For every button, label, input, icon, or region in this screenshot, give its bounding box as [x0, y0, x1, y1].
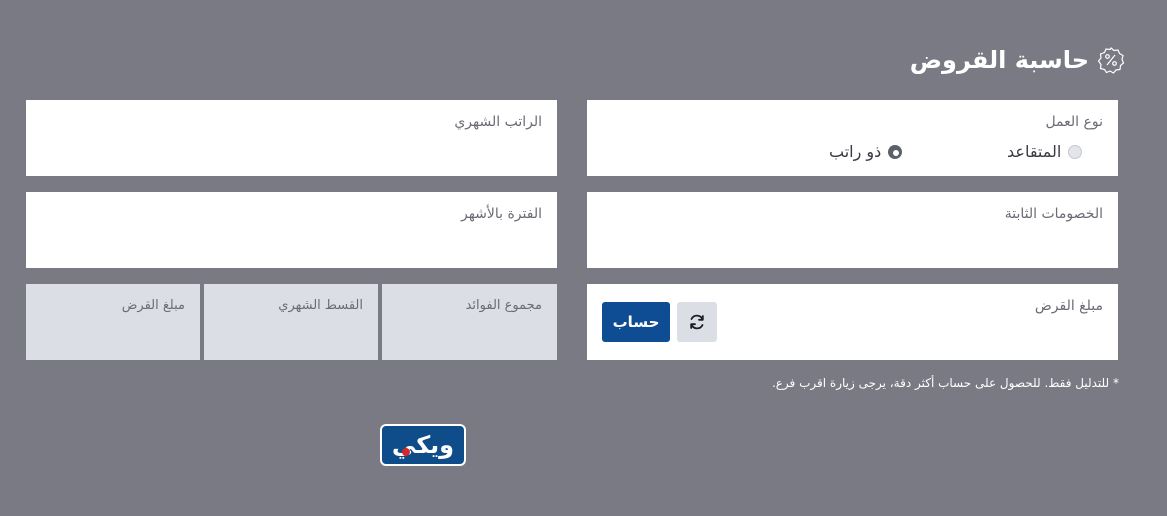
- work-type-label: نوع العمل: [1045, 114, 1103, 130]
- wiki-logo-text: ويكي: [391, 431, 455, 459]
- radio-retired-dot[interactable]: [1068, 144, 1083, 159]
- radio-salaried-dot[interactable]: [888, 144, 903, 159]
- monthly-salary-card: الراتب الشهري: [26, 100, 557, 176]
- radio-salaried-label: ذو راتب: [829, 142, 882, 161]
- calculate-button[interactable]: حساب: [602, 302, 670, 342]
- wiki-logo[interactable]: ويكي: [380, 424, 466, 466]
- calculator-header: حاسبة القروض: [910, 44, 1125, 76]
- monthly-salary-input[interactable]: [26, 136, 557, 176]
- loan-amount-label: مبلغ القرض: [1034, 298, 1103, 314]
- refresh-icon: [688, 313, 706, 331]
- reset-button[interactable]: [677, 302, 717, 342]
- fixed-deductions-label: الخصومات الثابتة: [1004, 206, 1103, 222]
- period-months-input[interactable]: [26, 228, 557, 268]
- fixed-deductions-card: الخصومات الثابتة: [587, 192, 1118, 268]
- work-type-radio-group: ذو راتب المتقاعد: [587, 142, 1118, 164]
- work-type-card: نوع العمل ذو راتب المتقاعد: [587, 100, 1118, 176]
- loan-amount-result-label: مبلغ القرض: [121, 298, 185, 313]
- loan-amount-input[interactable]: [727, 320, 1118, 360]
- disclaimer-note: * للتدليل فقط. للحصول على حساب أكثر دقة،…: [771, 376, 1119, 390]
- total-interest-label: مجموع الفوائد: [465, 298, 542, 313]
- radio-salaried[interactable]: ذو راتب: [829, 142, 903, 161]
- page-title: حاسبة القروض: [909, 46, 1089, 74]
- total-interest-result: مجموع الفوائد: [382, 284, 557, 360]
- radio-retired[interactable]: المتقاعد: [1007, 142, 1083, 161]
- logo-dot-icon: [402, 448, 410, 456]
- percent-badge-icon: [1097, 46, 1125, 74]
- monthly-installment-label: القسط الشهري: [278, 298, 363, 313]
- loan-amount-result: مبلغ القرض: [26, 284, 200, 360]
- period-months-label: الفترة بالأشهر: [460, 206, 542, 222]
- fixed-deductions-input[interactable]: [587, 228, 1118, 268]
- monthly-salary-label: الراتب الشهري: [454, 114, 542, 130]
- loan-amount-card: مبلغ القرض حساب: [587, 284, 1118, 360]
- period-months-card: الفترة بالأشهر: [26, 192, 557, 268]
- monthly-installment-result: القسط الشهري: [204, 284, 378, 360]
- radio-retired-label: المتقاعد: [1007, 142, 1062, 161]
